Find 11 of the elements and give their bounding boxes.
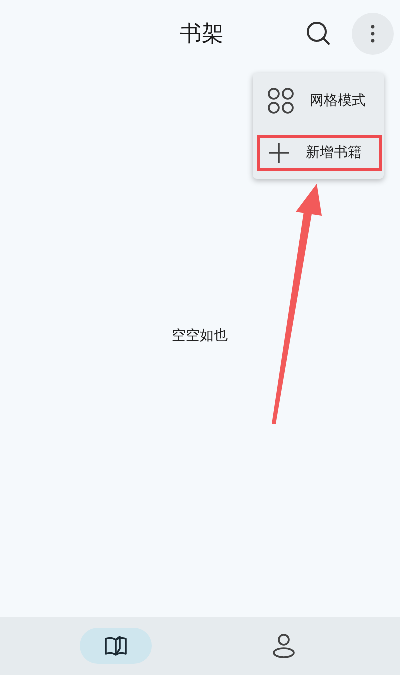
menu-item[interactable]: 新增书籍 xyxy=(257,135,382,171)
plus-icon xyxy=(268,142,290,164)
search-icon xyxy=(306,21,332,47)
empty-message: 空空如也 xyxy=(172,326,228,344)
more-icon xyxy=(371,25,375,43)
nav-tab[interactable] xyxy=(80,628,152,664)
book-icon xyxy=(104,635,128,657)
person-icon xyxy=(272,633,296,659)
grid-icon xyxy=(268,88,294,114)
page-title: 书架 xyxy=(180,21,224,49)
menu-item[interactable]: 网格模式 xyxy=(257,81,382,121)
